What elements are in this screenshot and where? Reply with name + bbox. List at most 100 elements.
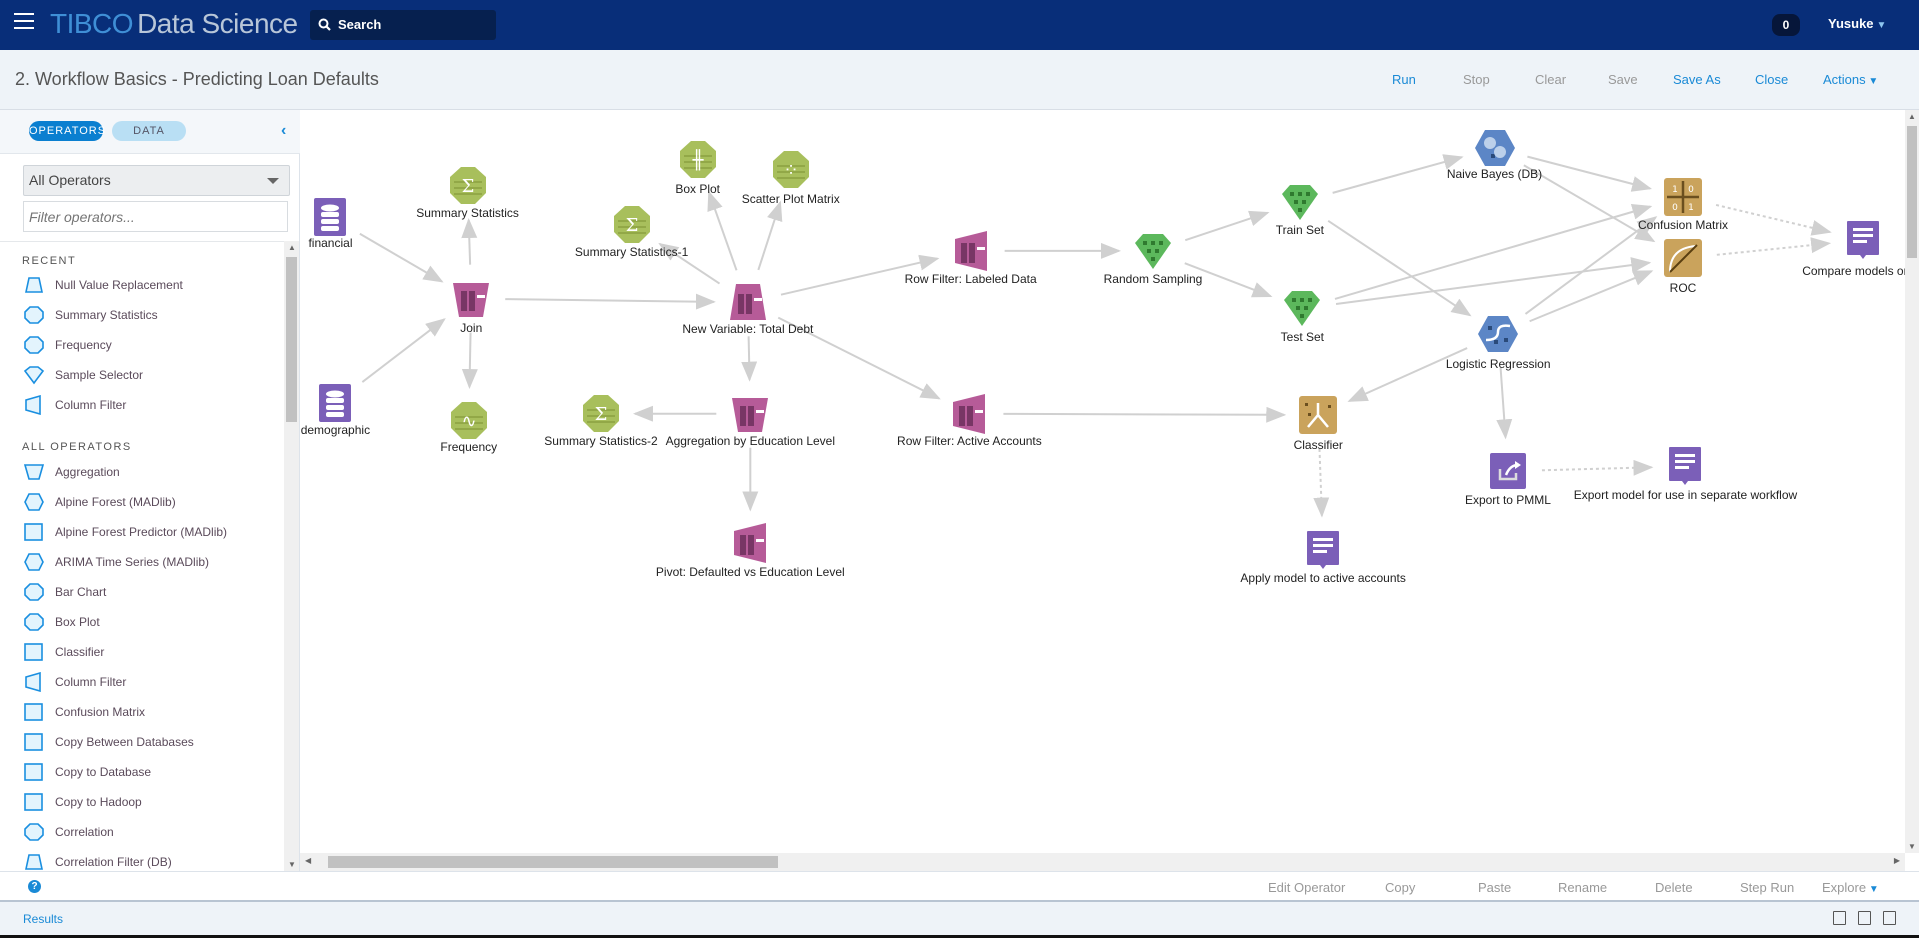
- connection[interactable]: [741, 336, 758, 382]
- operator-item[interactable]: Aggregation: [22, 460, 120, 484]
- toolbar-stop-button[interactable]: Stop: [1463, 72, 1490, 87]
- operator-item[interactable]: Copy to Database: [22, 760, 151, 784]
- connection[interactable]: [505, 293, 716, 310]
- toolbar-save-as-button[interactable]: Save As: [1673, 72, 1721, 87]
- operator-octagon-icon: [24, 583, 44, 601]
- operator-item[interactable]: Null Value Replacement: [22, 273, 183, 297]
- node-label: Naive Bayes (DB): [1446, 167, 1543, 182]
- operator-item[interactable]: Copy Between Databases: [22, 730, 194, 754]
- brand-name: TIBCO: [50, 8, 134, 39]
- operator-item[interactable]: Summary Statistics: [22, 303, 158, 327]
- toolbar-clear-button[interactable]: Clear: [1535, 72, 1566, 87]
- operator-item[interactable]: Classifier: [22, 640, 104, 664]
- toolbar-run-button[interactable]: Run: [1392, 72, 1416, 87]
- canvas-horizontal-scrollbar[interactable]: ◀ ▶: [300, 853, 1905, 871]
- connection[interactable]: [1527, 155, 1653, 192]
- connection[interactable]: [757, 200, 783, 271]
- operator-item[interactable]: Alpine Forest Predictor (MADlib): [22, 520, 227, 544]
- workflow-canvas[interactable]: financial demographic Σ Summary Statistics J…: [300, 110, 1905, 853]
- operator-label: Summary Statistics: [55, 308, 158, 322]
- button-label: Run: [1392, 72, 1416, 87]
- operator-item[interactable]: Column Filter: [22, 670, 126, 694]
- operator-item[interactable]: Copy to Hadoop: [22, 790, 142, 814]
- dashed-connection[interactable]: [1716, 237, 1832, 256]
- logo[interactable]: TIBCO Data Science: [50, 8, 298, 40]
- connection[interactable]: [461, 332, 478, 390]
- sidebar-scrollbar[interactable]: ▲ ▼: [284, 241, 299, 871]
- operator-item[interactable]: Alpine Forest (MADlib): [22, 490, 176, 514]
- collapse-sidebar-icon[interactable]: ‹: [281, 122, 286, 140]
- button-label: Edit Operator: [1268, 880, 1346, 895]
- connection[interactable]: [1335, 257, 1652, 305]
- node-label: demographic: [300, 422, 371, 437]
- connection[interactable]: [361, 318, 446, 383]
- connection[interactable]: [1332, 154, 1464, 194]
- connection[interactable]: [461, 218, 478, 265]
- operator-label: Copy to Hadoop: [55, 795, 142, 809]
- connection[interactable]: [1334, 203, 1653, 300]
- tab-data[interactable]: DATA: [112, 121, 186, 141]
- operator-label: Null Value Replacement: [55, 278, 183, 292]
- node-label: Export model for use in separate workflo…: [1573, 487, 1798, 502]
- results-link[interactable]: Results: [23, 912, 63, 926]
- row-filter-icon: [954, 230, 987, 271]
- toolbar-close-button[interactable]: Close: [1755, 72, 1788, 87]
- operator-item[interactable]: Correlation Filter (DB): [22, 850, 172, 871]
- toolbar-save-button[interactable]: Save: [1608, 72, 1638, 87]
- scroll-left-icon[interactable]: ◀: [305, 856, 311, 865]
- help-icon[interactable]: ?: [28, 880, 41, 893]
- popout-panel-icon[interactable]: [1883, 911, 1896, 925]
- connection[interactable]: [1003, 406, 1287, 423]
- scroll-right-icon[interactable]: ▶: [1894, 856, 1900, 865]
- section-header: ALL OPERATORS: [22, 441, 132, 453]
- scroll-down-icon[interactable]: ▼: [1908, 842, 1916, 851]
- connection[interactable]: [1184, 210, 1270, 242]
- connection[interactable]: [1524, 216, 1658, 315]
- connection[interactable]: [359, 232, 444, 283]
- user-menu[interactable]: Yusuke ▼: [1828, 16, 1886, 31]
- operator-item[interactable]: Box Plot: [22, 610, 100, 634]
- connection[interactable]: [1523, 164, 1656, 243]
- scrollbar-thumb[interactable]: [286, 257, 297, 422]
- operator-item[interactable]: Correlation: [22, 820, 114, 844]
- toolbar-copy-button[interactable]: Copy: [1385, 880, 1415, 895]
- operator-item[interactable]: Frequency: [22, 333, 112, 357]
- notification-badge[interactable]: 0: [1772, 14, 1800, 36]
- scrollbar-thumb[interactable]: [328, 856, 778, 868]
- search-box[interactable]: Search: [310, 10, 496, 40]
- hamburger-menu-icon[interactable]: [14, 13, 34, 31]
- user-name: Yusuke: [1828, 16, 1874, 31]
- scrollbar-thumb[interactable]: [1907, 126, 1917, 258]
- dashed-connection[interactable]: [1715, 203, 1832, 236]
- node-label: Logistic Regression: [1445, 356, 1551, 371]
- operator-item[interactable]: Bar Chart: [22, 580, 106, 604]
- maximize-panel-icon[interactable]: [1858, 911, 1871, 925]
- toolbar-actions-button[interactable]: Actions ▼: [1823, 72, 1878, 87]
- canvas-vertical-scrollbar[interactable]: ▲ ▼: [1905, 110, 1919, 853]
- operator-item[interactable]: ARIMA Time Series (MADlib): [22, 550, 209, 574]
- connection[interactable]: [707, 190, 738, 271]
- dashed-connection[interactable]: [1313, 448, 1330, 518]
- operator-item[interactable]: Column Filter: [22, 393, 126, 417]
- toolbar-edit-operator-button[interactable]: Edit Operator: [1268, 880, 1345, 895]
- node-label: Summary Statistics-2: [544, 433, 658, 448]
- operator-item[interactable]: Confusion Matrix: [22, 700, 145, 724]
- filter-operators-input[interactable]: [23, 201, 288, 232]
- connection[interactable]: [1496, 367, 1513, 440]
- scroll-up-icon[interactable]: ▲: [1908, 112, 1916, 121]
- operator-category-select[interactable]: All Operators: [23, 165, 290, 196]
- sigma-icon: Σ: [582, 394, 619, 432]
- scroll-down-icon[interactable]: ▼: [288, 860, 296, 869]
- scroll-up-icon[interactable]: ▲: [288, 243, 296, 252]
- operator-item[interactable]: Sample Selector: [22, 363, 143, 387]
- database-icon: [319, 383, 352, 422]
- dashed-connection[interactable]: [1541, 459, 1654, 476]
- tab-operators[interactable]: OPERATORS: [29, 121, 105, 141]
- minimize-panel-icon[interactable]: [1833, 911, 1846, 925]
- toolbar-rename-button[interactable]: Rename: [1558, 880, 1607, 895]
- toolbar-step-run-button[interactable]: Step Run: [1740, 880, 1794, 895]
- toolbar-delete-button[interactable]: Delete: [1655, 880, 1693, 895]
- connection[interactable]: [1327, 219, 1472, 317]
- toolbar-explore-button[interactable]: Explore ▼: [1822, 880, 1879, 895]
- toolbar-paste-button[interactable]: Paste: [1478, 880, 1511, 895]
